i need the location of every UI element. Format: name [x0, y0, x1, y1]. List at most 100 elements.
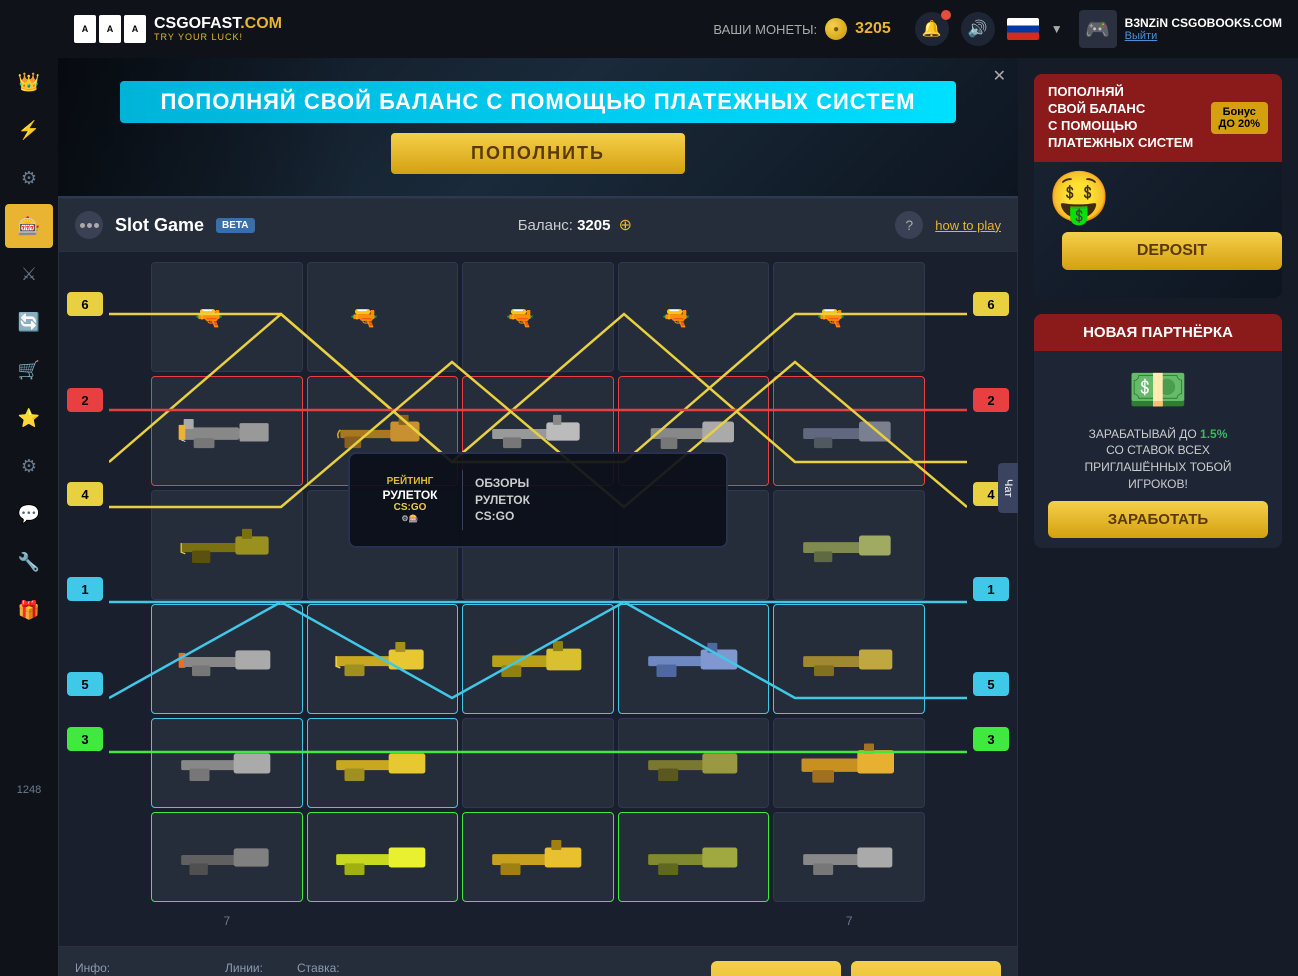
line-6-right: 6	[973, 292, 1009, 316]
sidebar-item-vs[interactable]: ⚔	[5, 252, 53, 296]
sidebar-item-gift[interactable]: 🎁	[5, 588, 53, 632]
ad-separator	[462, 470, 463, 530]
line-1-right: 1	[973, 577, 1009, 601]
col-num-7-4	[618, 906, 770, 936]
logo-icon-1: A	[74, 15, 96, 43]
deposit-banner: ПОПОЛНЯЙ СВОЙ БАЛАНС С ПОМОЩЬЮ ПЛАТЕЖНЫХ…	[58, 58, 1018, 198]
sidebar-item-star[interactable]: ⭐	[5, 396, 53, 440]
auto-play-btn[interactable]: Автоигра	[711, 961, 841, 976]
coin-icon: ●	[825, 18, 847, 40]
earn-btn[interactable]: ЗАРАБОТАТЬ	[1048, 501, 1268, 538]
sound-btn[interactable]: 🔊	[961, 12, 995, 46]
partner-body: 💵 ЗАРАБАТЫВАЙ ДО 1.5% СО СТАВОК ВСЕХПРИГ…	[1034, 351, 1282, 548]
coins-value: 3205	[855, 20, 891, 38]
slot-cell-0-1: 🔫	[307, 262, 459, 372]
slot-cell-3-4	[773, 604, 925, 714]
header-coins: ВАШИ МОНЕТЫ: ● 3205	[713, 18, 890, 40]
coins-label: ВАШИ МОНЕТЫ:	[713, 22, 817, 37]
sidebar-item-slots[interactable]: 🎰	[5, 204, 53, 248]
banner-close-btn[interactable]: ✕	[993, 66, 1006, 86]
slot-cell-0-4: 🔫	[773, 262, 925, 372]
info-label: Инфо:	[75, 961, 205, 975]
line-4-left: 4	[67, 482, 103, 506]
language-flag[interactable]	[1007, 18, 1039, 40]
svg-text:🔫: 🔫	[817, 305, 845, 330]
svg-text:🔫: 🔫	[506, 305, 534, 330]
slot-cell-4-1	[307, 718, 459, 808]
logo-text: CSGOFAST.COM TRY YOUR LUCK!	[154, 16, 282, 42]
sidebar-item-settings[interactable]: ⚙	[5, 444, 53, 488]
banner-deposit-btn[interactable]: ПОПОЛНИТЬ	[391, 133, 685, 174]
start-btn[interactable]: Старт	[851, 961, 1001, 976]
line-2-right: 2	[973, 388, 1009, 412]
bet-label: Ставка:	[297, 961, 691, 975]
slot-cell-0-3: 🔫	[618, 262, 770, 372]
slot-reels-area: 6 2 4 1 5 3 6 2 4 1 5 3	[59, 252, 1017, 946]
user-avatar: 🎮	[1079, 10, 1117, 48]
banner-title: ПОПОЛНЯЙ СВОЙ БАЛАНС С ПОМОЩЬЮ ПЛАТЕЖНЫХ…	[120, 81, 955, 123]
slot-balance-label: Баланс:	[518, 217, 573, 234]
right-panel: ПОПОЛНЯЙСВОЙ БАЛАНСС ПОМОЩЬЮПЛАТЕЖНЫХ СИ…	[1018, 58, 1298, 976]
slot-cell-5-3	[618, 812, 770, 902]
slot-cell-1-0	[151, 376, 303, 486]
col-num-7-5: 7	[773, 906, 925, 936]
sidebar-item-lightning[interactable]: ⚡	[5, 108, 53, 152]
money-stack-icon: 💵	[1128, 361, 1188, 418]
how-to-play-link[interactable]: how to play	[935, 218, 1001, 233]
slot-cell-4-0	[151, 718, 303, 808]
slot-title: Slot Game	[115, 215, 204, 236]
line-6-left: 6	[67, 292, 103, 316]
sidebar: 👑 ⚡ ⚙ 🎰 ⚔ 🔄 🛒 ⭐ ⚙ 💬 🔧 🎁 1248	[0, 0, 58, 976]
deposit-card-header: ПОПОЛНЯЙСВОЙ БАЛАНСС ПОМОЩЬЮПЛАТЕЖНЫХ СИ…	[1034, 74, 1282, 162]
slot-cell-0-0: 🔫	[151, 262, 303, 372]
action-btns: Автоигра Старт	[711, 961, 1001, 976]
line-5-right: 5	[973, 672, 1009, 696]
slot-cell-5-4	[773, 812, 925, 902]
logo-icon-2: A	[99, 15, 121, 43]
slot-menu-btn[interactable]	[75, 211, 103, 239]
slot-cell-3-0	[151, 604, 303, 714]
ad-overlay: РЕЙТИНГ РУЛЕТОК CS:GO ⚙🎰 ОБЗОРЫРУЛЕТОКCS…	[348, 452, 728, 548]
deposit-card: ПОПОЛНЯЙСВОЙ БАЛАНСС ПОМОЩЬЮПЛАТЕЖНЫХ СИ…	[1034, 74, 1282, 298]
slot-help-btn[interactable]: ?	[895, 211, 923, 239]
header-user: 🎮 B3NZiN CSGOBOOKS.COM Выйти	[1079, 10, 1282, 48]
sidebar-item-crown[interactable]: 👑	[5, 60, 53, 104]
partner-percent: 1.5%	[1200, 427, 1227, 441]
col-num-7-1: 7	[151, 906, 303, 936]
notification-btn[interactable]: 🔔	[915, 12, 949, 46]
slot-cell-3-1	[307, 604, 459, 714]
partner-card: НОВАЯ ПАРТНЁРКА 💵 ЗАРАБАТЫВАЙ ДО 1.5% СО…	[1034, 314, 1282, 548]
ctrl-bet-section: Ставка: 🗑 +10 +100 +1K +10K x2 1/2 All x…	[297, 961, 691, 976]
slot-balance: Баланс: 3205 ⊕	[267, 215, 884, 235]
slot-controls: Инфо: ВАШ БАЛАНС: 3205 Линии: + 6 - Став…	[59, 946, 1017, 976]
col-num-7-3	[462, 906, 614, 936]
sidebar-item-coin-rotate[interactable]: 🔄	[5, 300, 53, 344]
logo: A A A CSGOFAST.COM TRY YOUR LUCK!	[74, 15, 282, 43]
ctrl-lines-section: Линии: + 6 -	[225, 961, 277, 976]
deposit-btn[interactable]: DEPOSIT	[1062, 232, 1282, 270]
slot-cell-4-3	[618, 718, 770, 808]
line-2-left: 2	[67, 388, 103, 412]
svg-text:🔫: 🔫	[195, 305, 223, 330]
slot-cell-2-4	[773, 490, 925, 600]
slot-cell-4-2	[462, 718, 614, 808]
slot-cell-0-2: 🔫	[462, 262, 614, 372]
chat-tab[interactable]: Чат	[998, 463, 1018, 513]
sidebar-item-chat[interactable]: 💬	[5, 492, 53, 536]
slot-cell-4-4	[773, 718, 925, 808]
deposit-card-body: 🤑	[1034, 162, 1282, 232]
ad-text: ОБЗОРЫРУЛЕТОКCS:GO	[475, 475, 706, 525]
sidebar-item-gear-circle[interactable]: ⚙	[5, 156, 53, 200]
language-chevron[interactable]: ▼	[1051, 22, 1063, 36]
balance-add-btn[interactable]: ⊕	[619, 217, 632, 234]
sidebar-item-cart[interactable]: 🛒	[5, 348, 53, 392]
line-indicators-right: 6 2 4 1 5 3	[971, 252, 1013, 946]
sidebar-item-wrench[interactable]: 🔧	[5, 540, 53, 584]
lines-label: Линии:	[225, 961, 277, 975]
deposit-card-title: ПОПОЛНЯЙСВОЙ БАЛАНСС ПОМОЩЬЮПЛАТЕЖНЫХ СИ…	[1048, 84, 1193, 152]
logo-sub: TRY YOUR LUCK!	[154, 32, 282, 42]
logout-link[interactable]: Выйти	[1125, 30, 1282, 42]
slot-cell-1-4	[773, 376, 925, 486]
bonus-label: Бонус	[1219, 106, 1260, 118]
header-icons: 🔔 🔊 ▼	[915, 12, 1063, 46]
